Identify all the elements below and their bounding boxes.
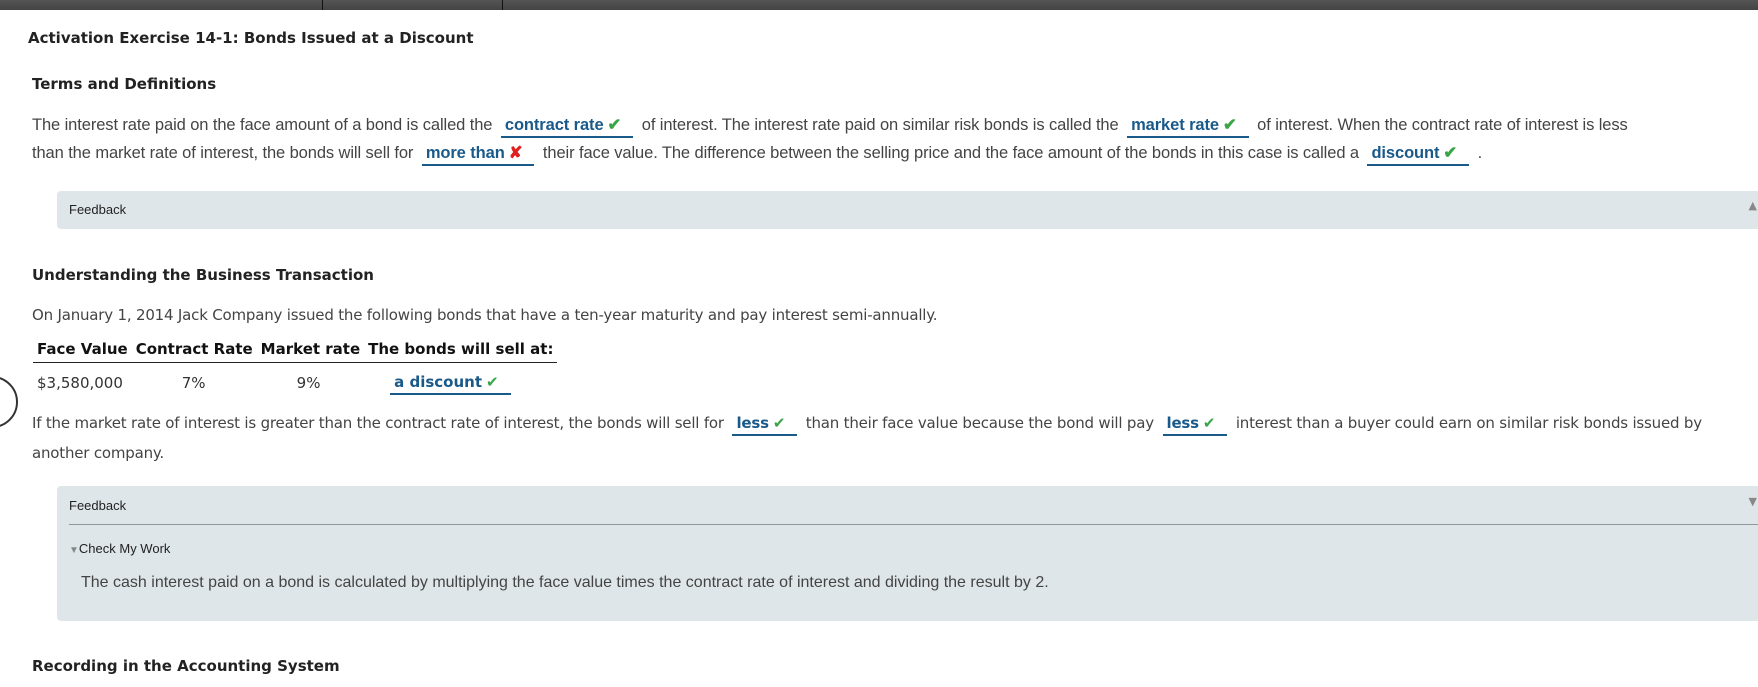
table-header-row: Face Value Contract Rate Market rate The… [33,340,558,363]
answer-field-market-rate[interactable]: market rate ✔ [1127,114,1249,138]
answer-field-sell-for[interactable]: more than ✘ [421,142,535,166]
feedback-panel-transaction[interactable]: Feedback ▼ ▼Check My Work The cash inter… [57,486,1758,621]
answer-field-contract-rate[interactable]: contract rate ✔ [500,114,634,138]
bonds-table: Face Value Contract Rate Market rate The… [33,340,558,395]
check-my-work-label: Check My Work [78,541,171,556]
answer-value: a discount [394,373,483,391]
collapse-up-icon[interactable]: ▲ [1749,199,1757,212]
table-row: $3,580,000 7% 9% a discount ✔ [33,363,557,395]
answer-field-difference[interactable]: discount ✔ [1367,142,1470,166]
section-heading-recording: Recording in the Accounting System [32,657,340,675]
cursor-ring [0,376,18,428]
static-text: of interest. The interest rate paid on s… [641,116,1119,134]
correct-check-icon: ✔ [772,414,786,432]
cell-sell-at: a discount ✔ [364,363,557,395]
toolbar-separator [502,0,503,10]
col-contract-rate: Contract Rate [131,340,257,363]
transaction-paragraph-line1: If the market rate of interest is greate… [32,408,1758,438]
answer-value: contract rate [504,116,604,134]
page-title: Activation Exercise 14-1: Bonds Issued a… [28,29,474,47]
static-text: than the market rate of interest, the bo… [32,144,414,162]
section-heading-transaction: Understanding the Business Transaction [32,266,374,284]
feedback-divider [69,524,1758,525]
answer-field-sell-less[interactable]: less ✔ [732,412,798,436]
section-heading-terms: Terms and Definitions [32,75,217,93]
feedback-panel-terms[interactable]: Feedback ▲ [57,191,1758,229]
correct-check-icon: ✔ [1202,414,1216,432]
feedback-label[interactable]: Feedback [69,202,126,217]
correct-check-icon: ✔ [1443,144,1458,162]
transaction-paragraph-line2: another company. [32,444,164,462]
browser-toolbar [0,0,1758,10]
cell-market-rate: 9% [296,374,321,392]
cell-contract-rate: 7% [181,374,206,392]
answer-value: market rate [1131,116,1219,134]
transaction-intro: On January 1, 2014 Jack Company issued t… [32,306,938,324]
check-my-work-text: The cash interest paid on a bond is calc… [81,574,1049,591]
feedback-label[interactable]: Feedback [69,498,126,513]
correct-check-icon: ✔ [486,373,499,391]
answer-field-sell-at[interactable]: a discount ✔ [390,371,511,395]
terms-paragraph-line2: than the market rate of interest, the bo… [32,138,1758,168]
terms-paragraph-line1: The interest rate paid on the face amoun… [32,110,1758,140]
answer-field-pay-less[interactable]: less ✔ [1162,412,1228,436]
check-my-work-toggle[interactable]: ▼Check My Work [69,541,170,556]
expand-down-icon[interactable]: ▼ [1749,495,1757,508]
static-text: If the market rate of interest is greate… [32,414,724,432]
answer-value: less [1166,414,1200,432]
answer-value: less [736,414,769,432]
static-text: of interest. When the contract rate of i… [1257,116,1628,134]
static-text: The interest rate paid on the face amoun… [32,116,493,134]
col-sell-at: The bonds will sell at: [364,340,558,363]
cell-face-value: $3,580,000 [37,374,123,392]
col-face-value: Face Value [33,340,132,363]
answer-value: discount [1371,144,1440,162]
incorrect-x-icon: ✘ [508,144,523,162]
correct-check-icon: ✔ [607,116,622,134]
col-market-rate: Market rate [256,340,365,363]
triangle-down-icon: ▼ [69,545,79,556]
static-text: interest than a buyer could earn on simi… [1235,414,1702,432]
answer-value: more than [425,144,505,162]
static-text: . [1477,144,1483,162]
correct-check-icon: ✔ [1222,116,1237,134]
static-text: than their face value because the bond w… [805,414,1154,432]
static-text: their face value. The difference between… [542,144,1359,162]
toolbar-separator [322,0,323,10]
